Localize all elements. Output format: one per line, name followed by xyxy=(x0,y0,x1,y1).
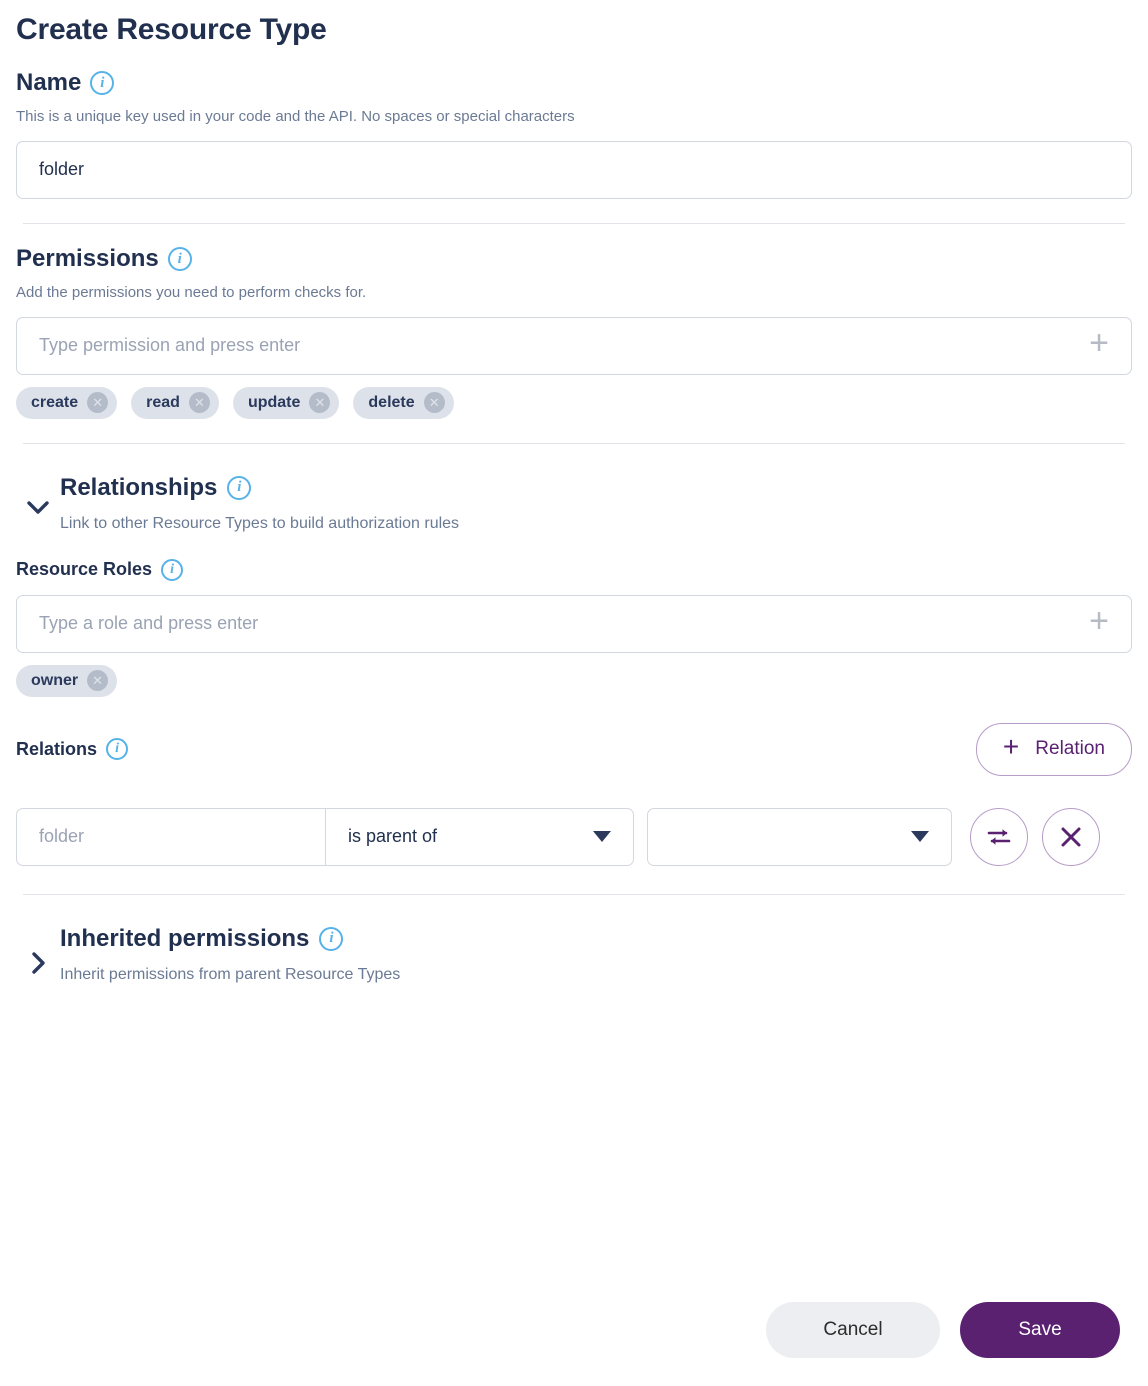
chevron-down-icon[interactable] xyxy=(16,474,60,516)
info-icon-glyph: i xyxy=(329,930,334,947)
info-icon[interactable]: i xyxy=(319,926,344,951)
inherited-permissions-title: Inherited permissions xyxy=(60,924,310,952)
resource-role-input[interactable]: Type a role and press enter + xyxy=(16,594,1132,653)
create-resource-type-form: Create Resource Type Name i This is a un… xyxy=(0,12,1148,984)
chevron-down-icon xyxy=(593,831,611,843)
chevron-down-icon xyxy=(911,831,929,843)
permission-chip-list: create ✕ read ✕ update ✕ delete ✕ xyxy=(16,386,1132,419)
info-icon-glyph: i xyxy=(177,250,182,267)
chip-label: owner xyxy=(31,671,79,689)
delete-relation-button[interactable] xyxy=(1042,807,1100,866)
plus-icon[interactable]: + xyxy=(1089,326,1109,360)
info-icon-glyph: i xyxy=(170,561,174,577)
close-circle-icon[interactable]: ✕ xyxy=(87,392,109,414)
inherited-permissions-section-header[interactable]: Inherited permissions i Inherit permissi… xyxy=(16,925,1132,984)
relation-subject-input[interactable]: folder xyxy=(16,807,326,866)
swap-arrows-icon xyxy=(985,825,1013,849)
resource-roles-label: Resource Roles xyxy=(16,558,153,579)
form-footer: Cancel Save xyxy=(766,1302,1120,1358)
permissions-section-heading: Permissions i xyxy=(16,244,1132,272)
name-input-value: folder xyxy=(39,159,85,180)
permissions-label: Permissions xyxy=(16,244,159,272)
info-icon-glyph: i xyxy=(237,479,242,496)
relation-object-select[interactable] xyxy=(647,807,952,866)
close-circle-icon[interactable]: ✕ xyxy=(309,392,331,414)
chip[interactable]: delete ✕ xyxy=(353,386,454,419)
inherited-permissions-header-body: Inherited permissions i Inherit permissi… xyxy=(60,925,400,984)
plus-icon: + xyxy=(1002,731,1020,763)
chip-label: create xyxy=(31,393,79,411)
add-relation-button-label: Relation xyxy=(1035,738,1105,760)
relations-label-group: Relations i xyxy=(16,738,129,761)
page-title: Create Resource Type xyxy=(16,13,327,46)
close-circle-icon[interactable]: ✕ xyxy=(87,670,109,692)
swap-relation-button[interactable] xyxy=(970,807,1028,866)
info-icon[interactable]: i xyxy=(227,475,252,500)
save-button[interactable]: Save xyxy=(960,1302,1120,1358)
divider xyxy=(23,442,1125,444)
name-input[interactable]: folder xyxy=(16,140,1132,199)
relation-predicate-select[interactable]: is parent of xyxy=(326,807,634,866)
name-section-heading: Name i xyxy=(16,69,1132,96)
relationships-subtitle: Link to other Resource Types to build au… xyxy=(60,514,460,532)
relationships-title-row: Relationships i xyxy=(60,474,459,502)
relationships-section-header[interactable]: Relationships i Link to other Resource T… xyxy=(16,474,1132,533)
name-helper-text: This is a unique key used in your code a… xyxy=(16,108,575,126)
info-icon[interactable]: i xyxy=(167,247,192,272)
permission-input[interactable]: Type permission and press enter + xyxy=(16,316,1132,375)
chevron-right-icon[interactable] xyxy=(16,925,60,975)
close-circle-icon[interactable]: ✕ xyxy=(188,392,210,414)
add-relation-button[interactable]: + Relation xyxy=(975,722,1132,776)
permission-input-placeholder: Type permission and press enter xyxy=(39,335,301,356)
relation-subject-placeholder: folder xyxy=(39,826,85,847)
divider xyxy=(23,222,1125,224)
divider xyxy=(23,893,1125,895)
chip[interactable]: owner ✕ xyxy=(16,664,118,697)
chip-label: update xyxy=(247,393,301,411)
info-icon-glyph: i xyxy=(100,74,105,91)
chip-label: read xyxy=(146,393,180,411)
info-icon[interactable]: i xyxy=(90,71,115,96)
chip-label: delete xyxy=(368,393,415,411)
resource-role-chip-list: owner ✕ xyxy=(16,664,1132,697)
relation-predicate-value: is parent of xyxy=(348,826,438,847)
permissions-helper-text: Add the permissions you need to perform … xyxy=(16,284,367,302)
close-icon xyxy=(1058,824,1084,850)
relationships-header-body: Relationships i Link to other Resource T… xyxy=(60,474,459,533)
inherited-permissions-title-row: Inherited permissions i xyxy=(60,925,400,953)
chip[interactable]: create ✕ xyxy=(16,386,118,419)
relations-header: Relations i + Relation xyxy=(16,722,1132,776)
inherited-permissions-subtitle: Inherit permissions from parent Resource… xyxy=(60,965,401,983)
resource-roles-heading: Resource Roles i xyxy=(16,558,1132,581)
name-label: Name xyxy=(16,69,82,96)
close-circle-icon[interactable]: ✕ xyxy=(423,392,445,414)
relationships-title: Relationships xyxy=(60,473,218,501)
chip[interactable]: update ✕ xyxy=(232,386,340,419)
relation-row: folder is parent of xyxy=(16,807,1132,866)
info-icon[interactable]: i xyxy=(161,558,184,581)
chip[interactable]: read ✕ xyxy=(131,386,219,419)
info-icon-glyph: i xyxy=(115,741,119,757)
relations-label: Relations xyxy=(16,738,98,759)
cancel-button[interactable]: Cancel xyxy=(766,1302,940,1358)
info-icon[interactable]: i xyxy=(106,738,129,761)
resource-role-input-placeholder: Type a role and press enter xyxy=(39,613,259,634)
plus-icon[interactable]: + xyxy=(1089,604,1109,638)
